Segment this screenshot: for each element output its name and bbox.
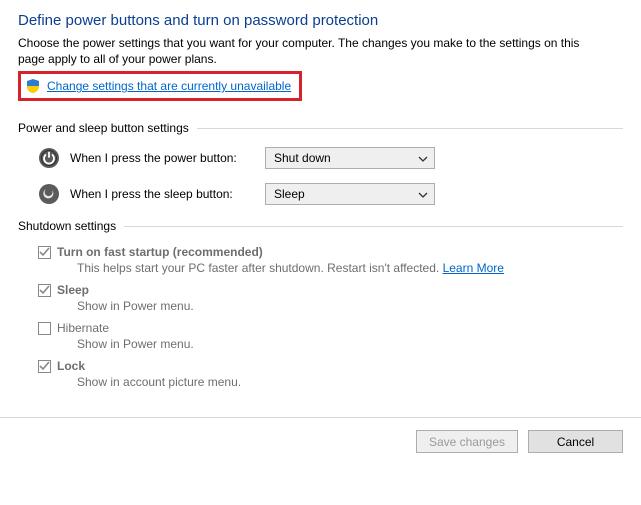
- save-changes-button[interactable]: Save changes: [416, 430, 518, 453]
- hibernate-checkbox[interactable]: [38, 322, 51, 335]
- power-button-label: When I press the power button:: [70, 151, 265, 165]
- page-title: Define power buttons and turn on passwor…: [18, 12, 623, 29]
- chevron-down-icon: [418, 153, 428, 163]
- sleep-button-dropdown[interactable]: Sleep: [265, 183, 435, 205]
- sleep-button-row: When I press the sleep button: Sleep: [38, 183, 623, 205]
- power-button-dropdown[interactable]: Shut down: [265, 147, 435, 169]
- change-settings-link[interactable]: Change settings that are currently unava…: [47, 79, 291, 93]
- shutdown-section-header: Shutdown settings: [18, 219, 623, 233]
- learn-more-link[interactable]: Learn More: [443, 261, 504, 275]
- fast-startup-label: Turn on fast startup (recommended): [57, 245, 263, 259]
- power-button-row: When I press the power button: Shut down: [38, 147, 623, 169]
- hibernate-label: Hibernate: [57, 321, 109, 335]
- divider: [124, 226, 623, 227]
- power-sleep-section-header: Power and sleep button settings: [18, 121, 623, 135]
- dropdown-value: Shut down: [274, 151, 331, 165]
- hibernate-desc: Show in Power menu.: [77, 337, 623, 351]
- sleep-button-label: When I press the sleep button:: [70, 187, 265, 201]
- lock-option: Lock Show in account picture menu.: [38, 359, 623, 389]
- lock-label: Lock: [57, 359, 85, 373]
- fast-startup-option: Turn on fast startup (recommended) This …: [38, 245, 623, 275]
- sleep-label: Sleep: [57, 283, 89, 297]
- intro-text: Choose the power settings that you want …: [18, 35, 608, 67]
- lock-checkbox[interactable]: [38, 360, 51, 373]
- fast-startup-desc: This helps start your PC faster after sh…: [77, 261, 623, 275]
- sleep-desc: Show in Power menu.: [77, 299, 623, 313]
- footer-buttons: Save changes Cancel: [0, 418, 641, 467]
- power-icon: [38, 147, 60, 169]
- dropdown-value: Sleep: [274, 187, 305, 201]
- sleep-icon: [38, 183, 60, 205]
- fast-startup-checkbox[interactable]: [38, 246, 51, 259]
- divider: [197, 128, 623, 129]
- change-settings-highlight: Change settings that are currently unava…: [18, 71, 302, 101]
- lock-desc: Show in account picture menu.: [77, 375, 623, 389]
- sleep-checkbox[interactable]: [38, 284, 51, 297]
- cancel-button[interactable]: Cancel: [528, 430, 623, 453]
- hibernate-option: Hibernate Show in Power menu.: [38, 321, 623, 351]
- sleep-option: Sleep Show in Power menu.: [38, 283, 623, 313]
- shield-icon: [25, 78, 41, 94]
- section-label: Shutdown settings: [18, 219, 116, 233]
- section-label: Power and sleep button settings: [18, 121, 189, 135]
- chevron-down-icon: [418, 189, 428, 199]
